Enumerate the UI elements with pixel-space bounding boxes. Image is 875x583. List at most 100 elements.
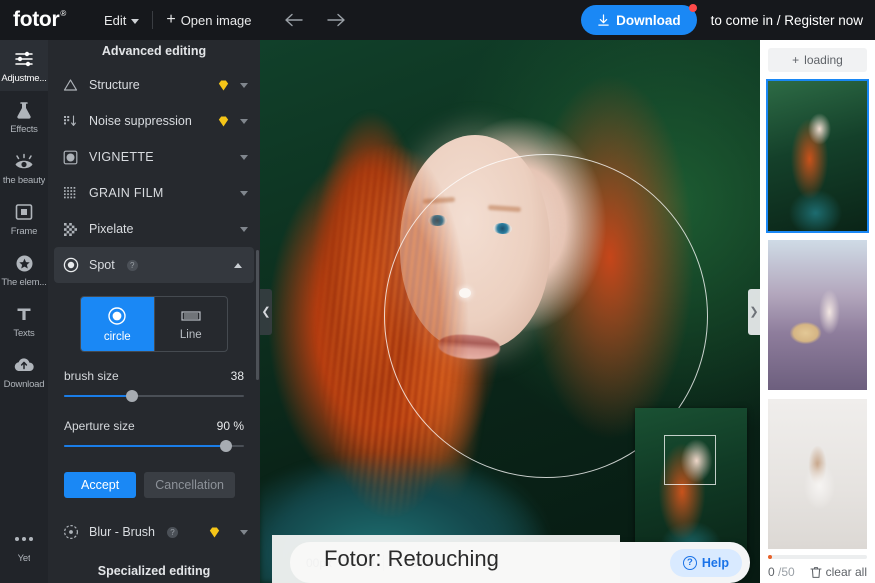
- frame-icon: [14, 202, 34, 222]
- sidebar-item-texts[interactable]: Texts: [0, 295, 48, 346]
- topbar-right-group: Download to come in / Register now: [581, 5, 875, 35]
- spot-mode-line[interactable]: Line: [154, 297, 228, 351]
- top-toolbar: fotor® Edit + Open image Download to com…: [0, 0, 875, 40]
- spot-controls: circle Line brush size 38 Aperture size …: [48, 283, 260, 502]
- tray-thumbnail-redhead-portrait[interactable]: [768, 81, 867, 231]
- star-circle-icon: [15, 253, 34, 273]
- aperture-size-label: Aperture size: [64, 419, 135, 433]
- fotor-logo[interactable]: fotor®: [13, 8, 65, 32]
- tray-thumbnail-lavender-field-hat[interactable]: [768, 240, 867, 390]
- blur-icon: [62, 524, 79, 541]
- help-button[interactable]: ? Help: [670, 549, 742, 577]
- slider-handle[interactable]: [220, 440, 232, 452]
- tool-label-grain-film: GRAIN FILM: [89, 186, 230, 200]
- undo-button[interactable]: [279, 0, 309, 40]
- vignette-icon: [62, 149, 79, 166]
- chevron-down-icon: [131, 19, 139, 24]
- tray-thumbnail-braids-white-shirt[interactable]: [768, 399, 867, 549]
- navigator-minimap[interactable]: [635, 408, 747, 563]
- cancel-button[interactable]: Cancellation: [144, 472, 235, 498]
- sidebar-item-adjustments[interactable]: Adjustme...: [0, 40, 48, 91]
- panel-scrollbar[interactable]: [256, 250, 259, 380]
- help-hint-icon[interactable]: ?: [167, 527, 178, 538]
- accept-button[interactable]: Accept: [64, 472, 136, 498]
- sidebar-item-the-elements[interactable]: The elem...: [0, 244, 48, 295]
- circle-dot-icon: [107, 306, 127, 326]
- spot-retouch-mark: [459, 288, 471, 298]
- noise-icon: [62, 113, 79, 130]
- line-icon: [180, 308, 202, 324]
- logo-registered-mark: ®: [60, 9, 66, 18]
- download-label: Download: [616, 13, 681, 28]
- tray-count-current: 0: [768, 565, 775, 579]
- tool-row-noise-suppression[interactable]: Noise suppression: [48, 103, 260, 139]
- edit-menu-button[interactable]: Edit: [95, 0, 148, 40]
- tool-row-blur-brush[interactable]: Blur - Brush ?: [48, 514, 260, 550]
- open-image-button[interactable]: + Open image: [157, 0, 260, 40]
- eye-icon: [13, 151, 35, 171]
- chevron-up-icon: [234, 263, 242, 268]
- chevron-down-icon: [240, 119, 248, 124]
- download-button[interactable]: Download: [581, 5, 697, 35]
- tray-count: 0 /50: [768, 565, 795, 579]
- tool-row-pixelate[interactable]: Pixelate: [48, 211, 260, 247]
- photo-hair-strands: [315, 100, 515, 580]
- tool-row-vignette[interactable]: VIGNETTE: [48, 139, 260, 175]
- spot-icon: [62, 257, 79, 274]
- image-canvas[interactable]: ❮ ❯: [260, 40, 760, 583]
- tool-row-grain-film[interactable]: GRAIN FILM: [48, 175, 260, 211]
- slider-handle[interactable]: [126, 390, 138, 402]
- tool-label-blur-brush: Blur - Brush: [89, 525, 155, 539]
- brush-size-label: brush size: [64, 369, 119, 383]
- sidebar-item-effects[interactable]: Effects: [0, 91, 48, 142]
- notification-dot: [689, 4, 697, 12]
- tool-row-spot[interactable]: Spot ?: [54, 247, 254, 283]
- cloud-download-icon: [13, 355, 35, 375]
- tool-label-structure: Structure: [89, 78, 207, 92]
- triangle-icon: [62, 77, 79, 94]
- sidebar-item-frame[interactable]: Frame: [0, 193, 48, 244]
- help-hint-icon[interactable]: ?: [127, 260, 138, 271]
- arrow-left-icon: [284, 13, 304, 27]
- aperture-size-slider[interactable]: [64, 440, 244, 452]
- sidebar-item-beauty[interactable]: the beauty: [0, 142, 48, 193]
- tool-label-pixelate: Pixelate: [89, 222, 230, 236]
- chevron-down-icon: [240, 191, 248, 196]
- ellipsis-icon: [13, 529, 35, 549]
- adjustments-panel: Advanced editing Structure Noise suppres…: [48, 40, 260, 583]
- login-register-link[interactable]: to come in / Register now: [711, 13, 863, 28]
- collapse-left-panel-button[interactable]: ❮: [260, 289, 272, 335]
- minimap-thumbnail: [635, 408, 747, 563]
- spot-action-buttons: Accept Cancellation: [64, 472, 244, 498]
- plus-icon: +: [792, 53, 799, 67]
- loading-add-button[interactable]: + loading: [768, 48, 867, 72]
- left-icon-rail: Adjustme... Effects the beauty Frame The: [0, 40, 48, 583]
- specialized-editing-header: Specialized editing: [48, 550, 260, 583]
- flask-icon: [15, 100, 33, 120]
- chevron-down-icon: [240, 530, 248, 535]
- chevron-down-icon: [240, 83, 248, 88]
- redo-button[interactable]: [321, 0, 351, 40]
- advanced-editing-header: Advanced editing: [48, 40, 260, 67]
- sidebar-label-effects: Effects: [10, 124, 37, 135]
- sidebar-item-download[interactable]: Download: [0, 346, 48, 397]
- toolbar-divider: [152, 11, 153, 29]
- sidebar-label-elements: Frame: [11, 226, 37, 237]
- sidebar-label-texts: Texts: [13, 328, 34, 339]
- trash-icon: [810, 566, 822, 579]
- question-circle-icon: ?: [683, 556, 697, 570]
- plus-icon: +: [166, 12, 175, 28]
- spot-mode-circle[interactable]: circle: [81, 297, 154, 351]
- minimap-viewport-rect[interactable]: [664, 435, 716, 485]
- collapse-right-panel-button[interactable]: ❯: [748, 289, 760, 335]
- clear-all-button[interactable]: clear all: [810, 565, 867, 579]
- tool-row-structure[interactable]: Structure: [48, 67, 260, 103]
- sidebar-bottom-group: Yet: [0, 520, 48, 571]
- brush-size-slider[interactable]: [64, 390, 244, 402]
- open-image-label: Open image: [181, 13, 252, 28]
- premium-diamond-icon: [208, 526, 221, 539]
- sidebar-item-more[interactable]: Yet: [0, 520, 48, 571]
- tool-label-noise-suppression: Noise suppression: [89, 114, 207, 128]
- tray-footer: 0 /50 clear all: [768, 565, 867, 579]
- pixelate-icon: [62, 221, 79, 238]
